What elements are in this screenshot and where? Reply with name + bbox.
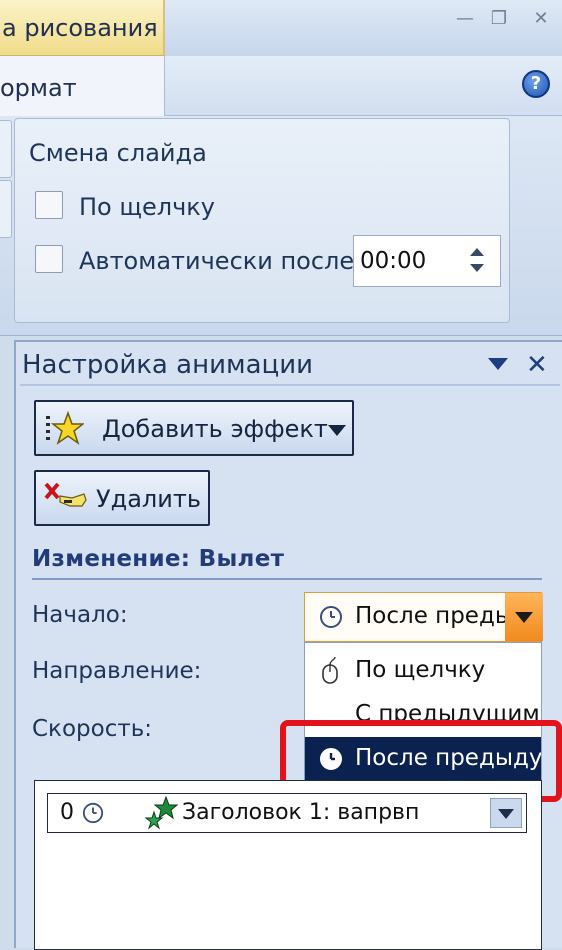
add-effect-star-icon [46, 410, 84, 445]
pane-options-icon[interactable] [488, 358, 508, 370]
pane-close-icon[interactable]: ✕ [526, 350, 548, 380]
slide-transition-group: Смена слайда По щелчку Автоматически пос… [14, 118, 510, 323]
divider [32, 578, 542, 580]
animation-order: 0 [60, 800, 74, 825]
custom-animation-pane: Настройка анимации ✕ Добавить эффект Уда… [14, 340, 562, 950]
restore-icon[interactable]: ❐ [482, 6, 516, 32]
animation-list[interactable]: 0 Заголовок 1: вапрвп [34, 780, 542, 950]
clock-icon [82, 802, 104, 824]
close-window-icon[interactable]: ✕ [524, 6, 558, 32]
item-dropdown-button[interactable] [490, 798, 522, 828]
start-select-dropdown-button[interactable] [505, 593, 543, 641]
menu-item-on-click[interactable]: По щелчку [305, 649, 541, 693]
fly-in-effect-icon [144, 796, 178, 830]
spin-down-icon[interactable] [470, 264, 484, 272]
chevron-down-icon [498, 809, 514, 819]
ribbon-left-stub [0, 180, 12, 238]
on-click-label: По щелчку [79, 193, 215, 221]
animation-item-label: Заголовок 1: вапрвп [182, 800, 420, 825]
tab-format[interactable]: ормат [0, 56, 165, 116]
start-select[interactable]: После преды [304, 592, 543, 642]
clock-icon [320, 606, 342, 628]
ribbon-left-stub [0, 120, 12, 178]
time-value: 00:00 [360, 248, 427, 274]
time-spinner[interactable]: 00:00 [353, 235, 501, 287]
add-effect-button[interactable]: Добавить эффект [34, 400, 354, 456]
group-title: Смена слайда [29, 139, 207, 167]
help-icon[interactable]: ? [522, 70, 550, 98]
ribbon-panel: Смена слайда По щелчку Автоматически пос… [0, 116, 562, 336]
add-effect-label: Добавить эффект [102, 415, 328, 443]
start-label: Начало: [32, 602, 128, 628]
spin-up-icon[interactable] [470, 248, 484, 256]
delete-effect-button[interactable]: Удалить [34, 470, 210, 526]
divider [20, 384, 560, 386]
auto-after-label: Автоматически после: [79, 247, 363, 275]
on-click-checkbox[interactable] [35, 191, 63, 219]
ribbon-tabs-row: ормат ? [0, 56, 562, 116]
auto-after-checkbox[interactable] [35, 245, 63, 273]
pane-title: Настройка анимации [22, 350, 314, 380]
menu-item-label: По щелчку [355, 657, 486, 683]
delete-effect-icon [44, 482, 87, 507]
drawing-tools-context-tab[interactable]: а рисования [0, 0, 165, 56]
start-select-value: После преды [355, 603, 505, 629]
mouse-click-icon [322, 657, 338, 684]
title-bar: а рисования — ❐ ✕ [0, 0, 562, 56]
delete-label: Удалить [96, 485, 201, 513]
change-effect-heading: Изменение: Вылет [32, 546, 285, 572]
list-item[interactable]: 0 Заголовок 1: вапрвп [47, 793, 527, 833]
chevron-down-icon [515, 612, 533, 623]
speed-label: Скорость: [32, 716, 153, 742]
minimize-icon[interactable]: — [448, 6, 482, 32]
direction-label: Направление: [32, 658, 202, 684]
chevron-down-icon [328, 425, 346, 436]
